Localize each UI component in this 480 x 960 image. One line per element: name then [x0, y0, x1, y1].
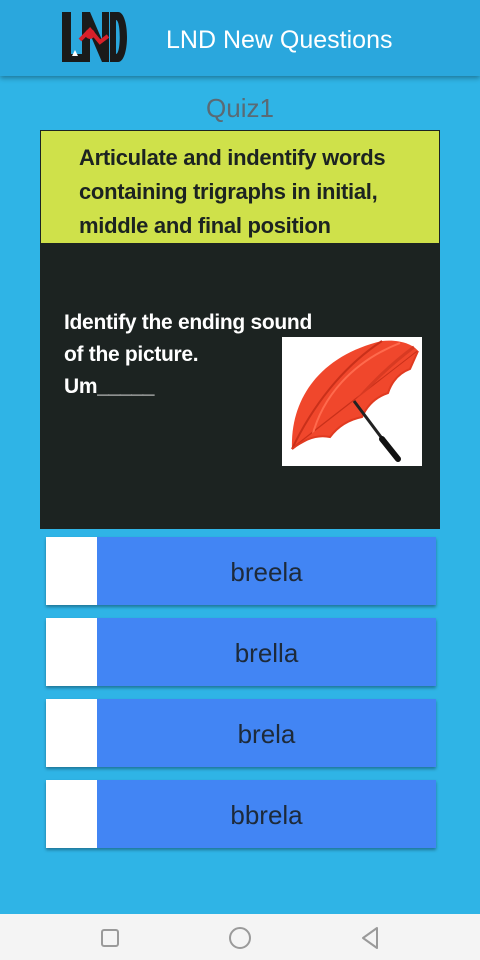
option-label: brela [237, 719, 296, 749]
lnd-logo [62, 12, 127, 62]
option-bbrela[interactable]: bbrela [46, 780, 436, 848]
option-checkbox[interactable] [46, 618, 97, 686]
objective-banner: Articulate and indentify words containin… [40, 130, 440, 244]
option-checkbox[interactable] [46, 780, 97, 848]
option-checkbox[interactable] [46, 699, 97, 767]
system-nav-bar [0, 914, 480, 960]
umbrella-icon [291, 340, 419, 462]
option-label: brella [234, 638, 299, 668]
back-icon[interactable] [357, 925, 383, 951]
option-brella[interactable]: brella [46, 618, 436, 686]
question-card: Articulate and indentify words containin… [40, 130, 440, 529]
app-title: LND New Questions [166, 26, 393, 54]
option-label: bbrela [230, 800, 303, 830]
recent-apps-icon[interactable] [97, 925, 123, 951]
question-line: Identify the ending sound [64, 311, 312, 334]
option-breela[interactable]: breela [46, 537, 436, 605]
option-checkbox[interactable] [46, 537, 97, 605]
home-icon[interactable] [227, 925, 253, 951]
umbrella-image [282, 337, 422, 466]
app-bar: LND New Questions [0, 0, 480, 76]
quiz-title: Quiz1 [206, 93, 274, 123]
objective-text: Articulate and indentify words containin… [79, 145, 386, 238]
option-label: breela [230, 557, 303, 587]
option-brela[interactable]: brela [46, 699, 436, 767]
